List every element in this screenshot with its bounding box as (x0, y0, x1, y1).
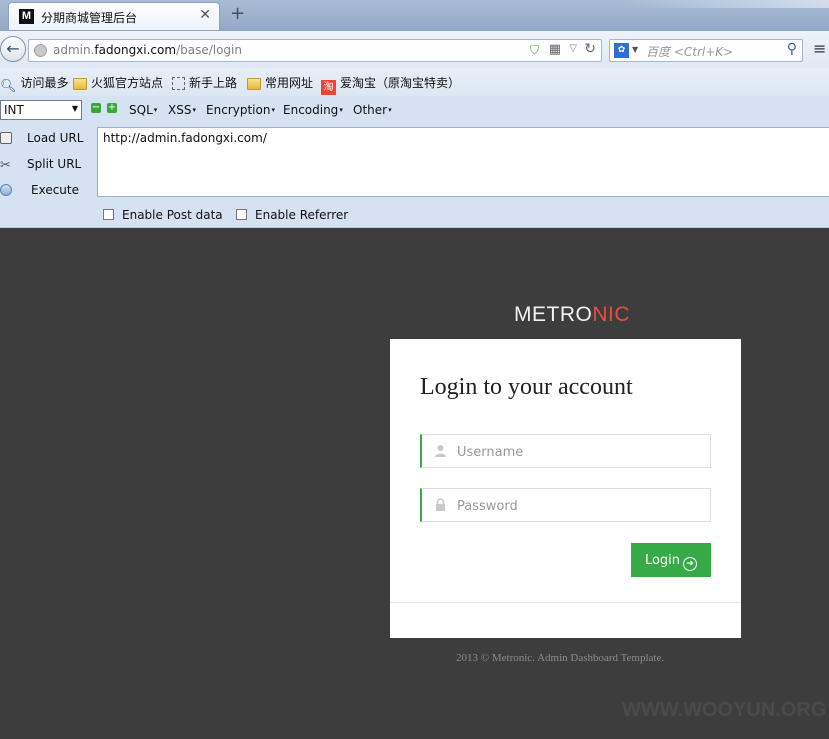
load-url-label: Load URL (27, 131, 84, 145)
browser-tab[interactable]: M 分期商城管理后台 ✕ (8, 2, 220, 30)
paw-icon[interactable]: ✿ (614, 43, 629, 58)
username-input[interactable] (455, 442, 699, 462)
address-bar[interactable]: admin.fadongxi.com/base/login ⛉ ▦ ▽ ↻ (28, 39, 602, 62)
enable-post-label: Enable Post data (122, 208, 223, 222)
tabstrip-glow (629, 0, 829, 8)
scissors-icon: ✂ (0, 158, 11, 173)
login-heading: Login to your account (420, 374, 633, 400)
folder-icon (247, 78, 261, 90)
engine-dropdown-icon[interactable]: ▼ (632, 45, 638, 54)
menu-icon[interactable]: ≡ (813, 39, 826, 58)
watermark-text: WWW.WOOYUN.ORG (622, 699, 827, 721)
navigation-bar: ← admin.fadongxi.com/base/login ⛉ ▦ ▽ ↻ … (0, 30, 829, 68)
enable-referrer-label: Enable Referrer (255, 208, 349, 222)
bookmark-taobao[interactable]: 淘爱淘宝（原淘宝特卖） (321, 74, 460, 95)
menu-other[interactable]: Other▾ (353, 103, 392, 117)
load-url-icon (0, 132, 12, 144)
tab-close-icon[interactable]: ✕ (199, 7, 211, 23)
reload-icon[interactable]: ↻ (584, 41, 596, 57)
search-icon[interactable]: ⚲ (787, 41, 797, 57)
password-field[interactable] (420, 488, 711, 522)
globe-icon (34, 44, 47, 57)
login-card: Login to your account Login➜ (390, 339, 741, 638)
history-dropdown-icon[interactable]: ▽ (569, 43, 577, 54)
hackbar-url-textarea[interactable]: http://admin.fadongxi.com/ (97, 127, 829, 197)
menu-encryption[interactable]: Encryption▾ (206, 103, 275, 117)
split-url-label: Split URL (27, 157, 82, 171)
search-placeholder[interactable]: 百度 <Ctrl+K> (646, 43, 733, 60)
site-favicon: M (19, 9, 34, 24)
arrow-right-circle-icon: ➜ (683, 557, 698, 571)
menu-xss[interactable]: XSS▾ (168, 103, 196, 117)
login-button[interactable]: Login ➜ (631, 543, 711, 577)
type-select-value: INT (4, 103, 24, 117)
user-icon (435, 445, 446, 457)
metronic-logo: METRONIC (514, 303, 630, 326)
tab-title: 分期商城管理后台 (41, 11, 138, 25)
hackbar-panel: INT ▼ − + SQL▾ XSS▾ Encryption▾ Encoding… (0, 96, 829, 228)
type-select[interactable]: INT ▼ (0, 100, 82, 120)
increase-icon[interactable]: + (107, 103, 117, 113)
username-field[interactable] (420, 434, 711, 468)
bookmark-most-visited[interactable]: 🔍︎ 访问最多 (0, 74, 69, 94)
search-bar[interactable]: ✿ ▼ 百度 <Ctrl+K> ⚲ (609, 39, 803, 62)
taobao-icon: 淘 (321, 80, 336, 95)
lock-icon (436, 498, 445, 511)
execute-label: Execute (31, 183, 79, 197)
bookmark-common-sites[interactable]: 常用网址 (247, 74, 313, 91)
checkbox-box[interactable] (103, 209, 114, 220)
new-tab-button[interactable]: + (230, 3, 245, 24)
card-divider (390, 602, 741, 603)
back-button[interactable]: ← (0, 36, 26, 62)
shield-icon[interactable]: ⛉ (530, 43, 539, 58)
decrease-icon[interactable]: − (91, 103, 101, 113)
bookmark-firefox-site[interactable]: 火狐官方站点 (73, 74, 163, 91)
qr-code-icon[interactable]: ▦ (549, 42, 561, 57)
bookmarks-toolbar: 🔍︎ 访问最多 火狐官方站点 新手上路 常用网址 淘爱淘宝（原淘宝特卖） (0, 68, 829, 96)
checkbox-box[interactable] (236, 209, 247, 220)
menu-encoding[interactable]: Encoding▾ (283, 103, 343, 117)
folder-icon (73, 78, 87, 90)
menu-sql[interactable]: SQL▾ (129, 103, 157, 117)
copyright-text: 2013 © Metronic. Admin Dashboard Templat… (456, 652, 665, 664)
tab-strip: M 分期商城管理后台 ✕ + (0, 0, 829, 30)
dotted-page-icon (172, 77, 185, 90)
chevron-down-icon: ▼ (71, 104, 78, 113)
play-icon (0, 184, 12, 196)
bookmark-getting-started[interactable]: 新手上路 (172, 74, 237, 91)
magnifier-icon: 🔍︎ (0, 79, 17, 94)
password-input[interactable] (455, 496, 699, 516)
address-text[interactable]: admin.fadongxi.com/base/login (53, 43, 242, 57)
